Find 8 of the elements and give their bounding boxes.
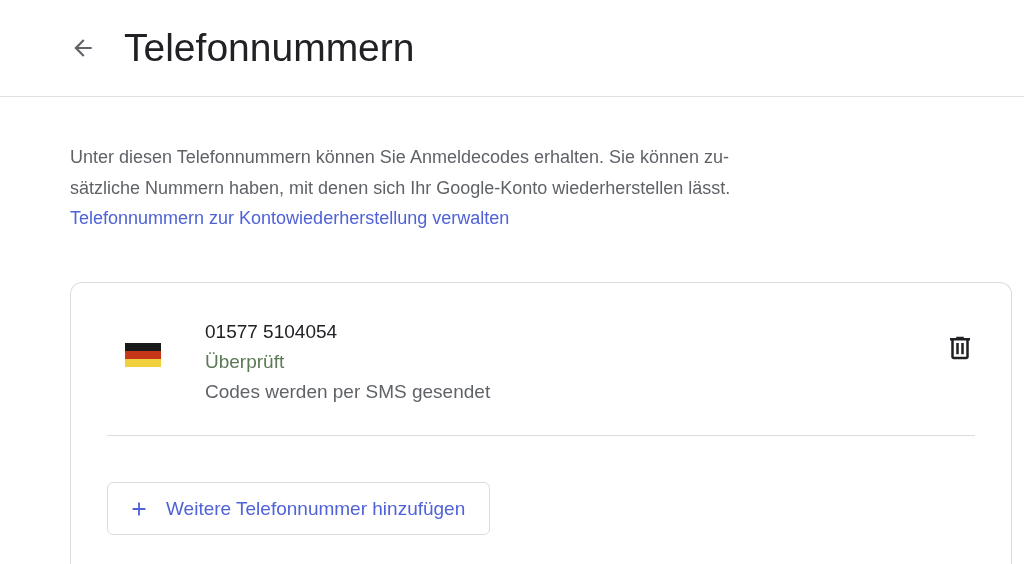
- manage-recovery-link[interactable]: Telefonnummern zur Kontowiederherstellung verwalten: [70, 204, 510, 232]
- description-text: Unter diesen Telefonnummern können Sie Anmeldecodes erhalten. Sie können zu- sätzliche Nummern haben, mit denen sich Ihr Google-Konto wiederherstellen lässt.: [70, 146, 732, 200]
- page-title: Telefonnummern: [124, 26, 415, 70]
- delivery-method: Codes werden per SMS gesendet: [205, 380, 492, 404]
- verification-status: Überprüft: [205, 350, 286, 374]
- flag-icon: [125, 343, 161, 367]
- add-phone-button[interactable]: Weitere Telefonnummer hinzufügen: [107, 482, 491, 535]
- phone-number: 01577 5104054: [205, 320, 339, 344]
